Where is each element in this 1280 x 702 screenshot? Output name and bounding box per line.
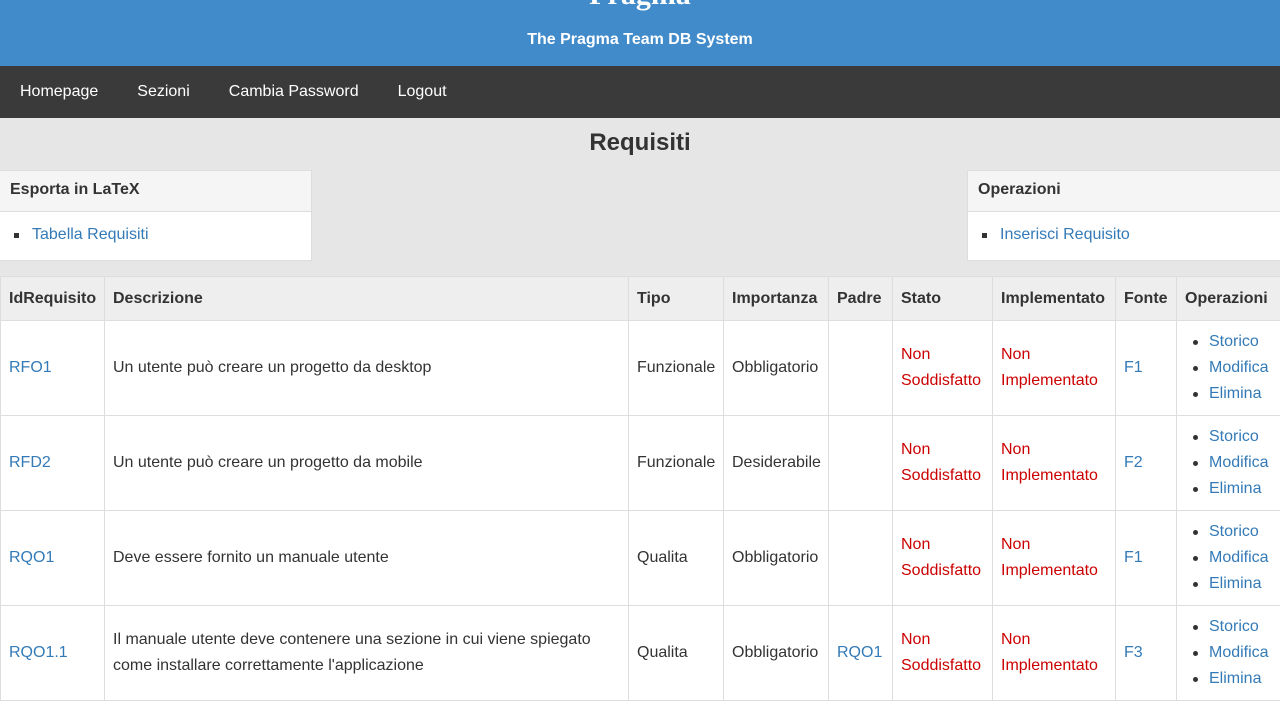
table-row: RQO1.1 Il manuale utente deve contenere … xyxy=(0,605,1280,701)
requirement-importance: Obbligatorio xyxy=(723,605,829,701)
operations-panel-title: Operazioni xyxy=(968,171,1280,212)
requirement-id-link[interactable]: RFO1 xyxy=(9,359,52,376)
modifica-link[interactable]: Modifica xyxy=(1209,359,1269,376)
table-row: RFD2 Un utente può creare un progetto da… xyxy=(0,415,1280,511)
row-operations: Storico Modifica Elimina xyxy=(1185,519,1272,597)
col-header-stato: Stato xyxy=(892,276,993,321)
requirement-importance: Desiderabile xyxy=(723,415,829,511)
modifica-link[interactable]: Modifica xyxy=(1209,454,1269,471)
export-tabella-requisiti-link[interactable]: Tabella Requisiti xyxy=(32,226,149,243)
elimina-link[interactable]: Elimina xyxy=(1209,575,1261,592)
requirement-importance: Obbligatorio xyxy=(723,510,829,606)
table-row: RQO1 Deve essere fornito un manuale uten… xyxy=(0,510,1280,606)
export-links: Tabella Requisiti xyxy=(0,212,311,246)
requirement-status: Non Soddisfatto xyxy=(892,415,993,511)
top-header: Pragma The Pragma Team DB System xyxy=(0,0,1280,66)
col-header-fonte: Fonte xyxy=(1115,276,1177,321)
storico-link[interactable]: Storico xyxy=(1209,523,1259,540)
requirement-implemented: Non Implementato xyxy=(992,415,1116,511)
storico-link[interactable]: Storico xyxy=(1209,428,1259,445)
requirement-implemented: Non Implementato xyxy=(992,605,1116,701)
list-item: Inserisci Requisito xyxy=(982,224,1280,246)
elimina-link[interactable]: Elimina xyxy=(1209,670,1261,687)
requirements-table-container: IdRequisito Descrizione Tipo Importanza … xyxy=(0,276,1280,702)
requirement-id-link[interactable]: RQO1.1 xyxy=(9,644,68,661)
requirement-status: Non Soddisfatto xyxy=(892,510,993,606)
nav-cambia-password[interactable]: Cambia Password xyxy=(229,66,359,118)
col-header-padre: Padre xyxy=(828,276,893,321)
requirement-description: Deve essere fornito un manuale utente xyxy=(104,510,629,606)
row-operations: Storico Modifica Elimina xyxy=(1185,424,1272,502)
requirement-id-link[interactable]: RQO1 xyxy=(9,549,54,566)
requirement-parent xyxy=(828,320,893,416)
requirement-importance: Obbligatorio xyxy=(723,320,829,416)
col-header-idrequisito: IdRequisito xyxy=(0,276,105,321)
requirement-status: Non Soddisfatto xyxy=(892,605,993,701)
col-header-implementato: Implementato xyxy=(992,276,1116,321)
requirement-implemented: Non Implementato xyxy=(992,320,1116,416)
storico-link[interactable]: Storico xyxy=(1209,333,1259,350)
requirement-parent xyxy=(828,510,893,606)
operations-panel: Operazioni Inserisci Requisito xyxy=(967,170,1280,261)
requirement-source-link[interactable]: F1 xyxy=(1124,549,1143,566)
elimina-link[interactable]: Elimina xyxy=(1209,385,1261,402)
table-row: RFO1 Un utente può creare un progetto da… xyxy=(0,320,1280,416)
list-item: Tabella Requisiti xyxy=(14,224,311,246)
requirement-id-link[interactable]: RFD2 xyxy=(9,454,51,471)
table-header-row: IdRequisito Descrizione Tipo Importanza … xyxy=(0,276,1280,321)
page-title: Requisiti xyxy=(589,129,691,156)
requirement-implemented: Non Implementato xyxy=(992,510,1116,606)
requirement-type: Qualita xyxy=(628,605,724,701)
requirement-type: Qualita xyxy=(628,510,724,606)
modifica-link[interactable]: Modifica xyxy=(1209,644,1269,661)
elimina-link[interactable]: Elimina xyxy=(1209,480,1261,497)
nav-sezioni[interactable]: Sezioni xyxy=(137,66,189,118)
row-operations: Storico Modifica Elimina xyxy=(1185,329,1272,407)
requirement-source-link[interactable]: F3 xyxy=(1124,644,1143,661)
col-header-operazioni: Operazioni xyxy=(1176,276,1280,321)
requirement-description: Un utente può creare un progetto da mobi… xyxy=(104,415,629,511)
requirements-table: IdRequisito Descrizione Tipo Importanza … xyxy=(0,276,1280,701)
col-header-tipo: Tipo xyxy=(628,276,724,321)
storico-link[interactable]: Storico xyxy=(1209,618,1259,635)
site-subtitle: The Pragma Team DB System xyxy=(527,31,753,48)
operations-links: Inserisci Requisito xyxy=(968,212,1280,246)
requirement-type: Funzionale xyxy=(628,415,724,511)
modifica-link[interactable]: Modifica xyxy=(1209,549,1269,566)
col-header-descrizione: Descrizione xyxy=(104,276,629,321)
inserisci-requisito-link[interactable]: Inserisci Requisito xyxy=(1000,226,1130,243)
nav-logout[interactable]: Logout xyxy=(398,66,447,118)
requirement-description: Il manuale utente deve contenere una sez… xyxy=(104,605,629,701)
requirement-source-link[interactable]: F2 xyxy=(1124,454,1143,471)
export-panel: Esporta in LaTeX Tabella Requisiti xyxy=(0,170,312,261)
nav-homepage[interactable]: Homepage xyxy=(20,66,98,118)
requirement-status: Non Soddisfatto xyxy=(892,320,993,416)
col-header-importanza: Importanza xyxy=(723,276,829,321)
row-operations: Storico Modifica Elimina xyxy=(1185,614,1272,692)
requirement-parent-link[interactable]: RQO1 xyxy=(837,644,882,661)
site-brand: Pragma xyxy=(0,0,1280,12)
requirement-type: Funzionale xyxy=(628,320,724,416)
requirement-source-link[interactable]: F1 xyxy=(1124,359,1143,376)
requirement-description: Un utente può creare un progetto da desk… xyxy=(104,320,629,416)
main-navbar: Homepage Sezioni Cambia Password Logout xyxy=(0,66,1280,118)
export-panel-title: Esporta in LaTeX xyxy=(0,171,311,212)
requirement-parent xyxy=(828,415,893,511)
